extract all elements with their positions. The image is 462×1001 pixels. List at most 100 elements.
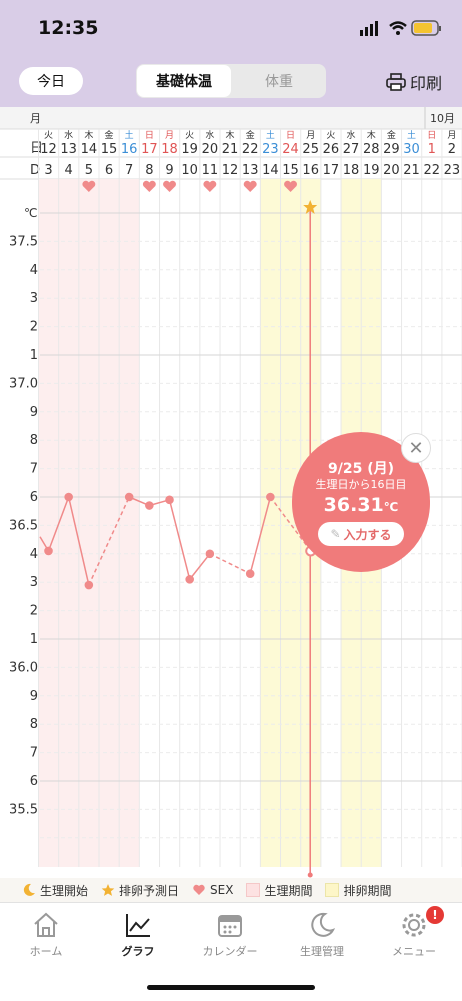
weekday-label: 日 (427, 130, 436, 141)
tab-basal-temp[interactable]: 基礎体温 (137, 65, 231, 97)
weekday-label: 月 (306, 130, 315, 141)
weekday-label: 土 (125, 129, 134, 141)
temp-point (84, 580, 94, 590)
weekday-label: 土 (407, 129, 416, 141)
header-bar: 12:35 今日 基礎体温 体重 印刷 (0, 0, 462, 107)
weekday-label: 土 (266, 129, 275, 141)
y-tick-label: 1 (30, 632, 38, 647)
weekday-label: 水 (64, 129, 73, 141)
close-popup-button[interactable]: ✕ (401, 433, 431, 463)
date-label: 12 (40, 142, 57, 157)
cycle-day-label: 7 (125, 163, 133, 178)
date-label: 19 (181, 142, 198, 157)
star-icon (101, 884, 115, 896)
weekday-label: 日 (145, 130, 154, 141)
cycle-day-label: 19 (363, 163, 380, 178)
weekday-label: 水 (347, 129, 356, 141)
date-label: 25 (302, 142, 319, 157)
y-tick-label: 7 (30, 462, 38, 477)
popup-temperature: 36.31℃ (323, 494, 399, 516)
date-label: 16 (121, 142, 138, 157)
temp-point (266, 492, 275, 502)
temp-point (145, 501, 154, 510)
date-label: 30 (403, 142, 420, 157)
cycle-day-label: 10 (181, 163, 198, 178)
cycle-day-label: 17 (323, 163, 340, 178)
cycle-day-label: 23 (444, 163, 461, 178)
weekday-label: 木 (367, 129, 376, 141)
legend-ovulation-predicted: 排卵予測日 (101, 882, 179, 899)
date-label: 23 (262, 142, 279, 157)
y-tick-label: 37.5 (9, 234, 38, 249)
date-label: 24 (282, 142, 299, 157)
home-icon (34, 912, 58, 937)
weekday-label: 月 (447, 130, 456, 141)
unit-label: ℃ (24, 206, 37, 220)
status-icons (360, 20, 441, 36)
period-band (119, 179, 140, 867)
cycle-day-label: 9 (165, 163, 173, 178)
graph-type-segment: 基礎体温 体重 (136, 64, 326, 98)
period-band (99, 179, 120, 867)
y-tick-label: 3 (30, 291, 38, 306)
ovulation-swatch (325, 883, 340, 897)
moon-icon (23, 883, 35, 896)
cycle-day-label: 4 (65, 163, 73, 178)
date-label: 1 (428, 142, 436, 157)
temp-point (165, 495, 174, 505)
input-button[interactable]: ✎ 入力する (318, 522, 404, 546)
printer-icon (386, 73, 406, 91)
date-label: 15 (101, 142, 118, 157)
gear-icon (402, 913, 426, 937)
weekday-label: 月 (165, 130, 174, 141)
cycle-day-label: 5 (85, 163, 93, 178)
weekday-label: 金 (105, 129, 114, 141)
temp-point (245, 569, 255, 578)
y-tick-label: 8 (30, 717, 38, 732)
tab-calendar[interactable]: カレンダー (184, 911, 276, 959)
period-swatch (246, 883, 261, 897)
tab-period[interactable]: 生理管理 (276, 911, 368, 959)
heart-icon (243, 180, 257, 192)
y-tick-label: 4 (30, 263, 38, 278)
y-tick-label: 4 (30, 547, 38, 562)
status-time: 12:35 (38, 17, 99, 39)
y-tick-label: 6 (30, 774, 38, 789)
date-label: 13 (60, 142, 77, 157)
cycle-day-label: 11 (202, 163, 219, 178)
date-label: 27 (343, 142, 360, 157)
chart-legend: 生理開始 排卵予測日 SEX 生理期間 排卵期間 (0, 878, 462, 902)
tab-menu[interactable]: メニュー (368, 911, 460, 959)
weekday-label: 金 (387, 129, 396, 141)
heart-icon (193, 884, 205, 895)
tab-home[interactable]: ホーム (0, 911, 92, 959)
legend-sex: SEX (192, 883, 233, 897)
date-label: 21 (222, 142, 239, 157)
date-label: 22 (242, 142, 259, 157)
tab-weight[interactable]: 体重 (232, 64, 326, 98)
temp-point (205, 549, 215, 559)
weekday-label: 木 (226, 129, 235, 141)
date-label: 28 (363, 142, 380, 157)
y-tick-label: 6 (30, 490, 38, 505)
date-label: 26 (323, 142, 340, 157)
today-button[interactable]: 今日 (19, 67, 83, 95)
cycle-day-label: 3 (44, 163, 52, 178)
print-button[interactable]: 印刷 (386, 70, 442, 94)
weekday-label: 水 (205, 129, 214, 141)
temp-point (185, 575, 194, 584)
temp-point (124, 492, 134, 502)
y-tick-label: 35.5 (9, 802, 38, 817)
print-label: 印刷 (409, 74, 442, 93)
weekday-label: 火 (185, 130, 194, 141)
temp-point (64, 492, 73, 502)
y-tick-label: 9 (30, 405, 38, 420)
popup-cycle-day: 生理日から16日目 (315, 478, 407, 491)
temp-line-segment (209, 553, 251, 575)
y-tick-label: 36.5 (9, 518, 38, 533)
cycle-day-label: 22 (423, 163, 440, 178)
tab-graph[interactable]: グラフ (92, 911, 184, 959)
y-tick-label: 9 (30, 689, 38, 704)
cycle-day-label: 14 (262, 163, 279, 178)
month-row (0, 107, 462, 129)
